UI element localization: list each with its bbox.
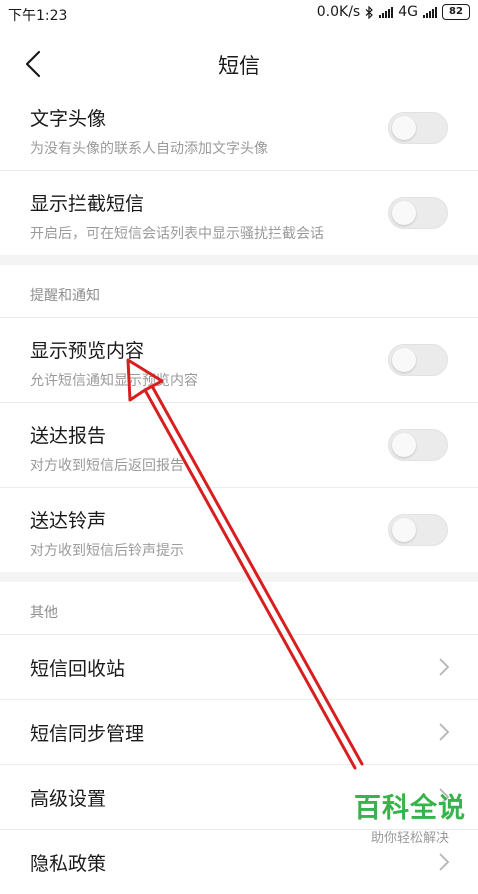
network-type: 4G: [398, 4, 418, 20]
display-settings-card: 文字头像 为没有头像的联系人自动添加文字头像 显示拦截短信 开启后，可在短信会话…: [0, 86, 478, 255]
setting-show-preview[interactable]: 显示预览内容 允许短信通知显示预览内容: [0, 318, 478, 403]
watermark-title: 百科全说: [354, 793, 466, 824]
setting-title: 送达铃声: [30, 510, 107, 532]
menu-label: 短信回收站: [30, 658, 126, 680]
setting-delivery-ringtone[interactable]: 送达铃声 对方收到短信后铃声提示: [0, 488, 478, 572]
menu-label: 高级设置: [30, 788, 107, 810]
text-avatar-toggle[interactable]: [388, 112, 448, 144]
watermark: 百科全说 助你轻松解决: [354, 786, 466, 846]
settings-list: 文字头像 为没有头像的联系人自动添加文字头像 显示拦截短信 开启后，可在短信会话…: [0, 86, 478, 894]
status-bar: 下午1:23 0.0K/s 4G 82: [0, 0, 478, 28]
section-title: 其他: [30, 605, 58, 621]
setting-subtitle: 开启后，可在短信会话列表中显示骚扰拦截会话: [30, 226, 324, 242]
setting-subtitle: 对方收到短信后铃声提示: [30, 543, 184, 559]
status-indicators: 0.0K/s 4G 82: [317, 4, 470, 20]
setting-subtitle: 对方收到短信后返回报告: [30, 458, 184, 474]
delivery-report-toggle[interactable]: [388, 429, 448, 461]
bluetooth-icon: [365, 5, 374, 19]
page-title: 短信: [218, 54, 260, 78]
notification-settings-card: 提醒和通知 显示预览内容 允许短信通知显示预览内容 送达报告 对方收到短信后返回…: [0, 265, 478, 572]
chevron-right-icon: [439, 658, 450, 676]
setting-title: 送达报告: [30, 425, 107, 447]
section-header-notifications: 提醒和通知: [0, 265, 478, 318]
menu-recycle-bin[interactable]: 短信回收站: [0, 635, 478, 700]
status-time: 下午1:23: [8, 8, 68, 24]
net-speed: 0.0K/s: [316, 4, 361, 20]
other-settings-card: 其他 短信回收站 短信同步管理 高级设置 隐私政策: [0, 582, 478, 894]
section-title: 提醒和通知: [30, 288, 100, 304]
menu-sync-management[interactable]: 短信同步管理: [0, 700, 478, 765]
chevron-right-icon: [439, 723, 450, 741]
menu-label: 短信同步管理: [30, 723, 145, 745]
watermark-subtitle: 助你轻松解决: [370, 831, 449, 846]
setting-title: 显示拦截短信: [30, 193, 145, 215]
signal-icon: [379, 6, 394, 18]
setting-show-blocked-sms[interactable]: 显示拦截短信 开启后，可在短信会话列表中显示骚扰拦截会话: [0, 171, 478, 255]
app-bar: 短信: [0, 28, 478, 100]
show-blocked-sms-toggle[interactable]: [388, 197, 448, 229]
setting-title: 显示预览内容: [30, 340, 145, 362]
signal-icon-2: [423, 6, 437, 18]
chevron-right-icon: [439, 853, 450, 871]
section-header-other: 其他: [0, 582, 478, 635]
setting-delivery-report[interactable]: 送达报告 对方收到短信后返回报告: [0, 403, 478, 488]
battery-icon: 82: [442, 4, 470, 20]
delivery-ringtone-toggle[interactable]: [388, 514, 448, 546]
setting-subtitle: 允许短信通知显示预览内容: [30, 373, 198, 389]
setting-title: 文字头像: [30, 108, 107, 130]
show-preview-toggle[interactable]: [388, 344, 448, 376]
menu-label: 隐私政策: [30, 853, 107, 875]
setting-subtitle: 为没有头像的联系人自动添加文字头像: [30, 141, 268, 157]
